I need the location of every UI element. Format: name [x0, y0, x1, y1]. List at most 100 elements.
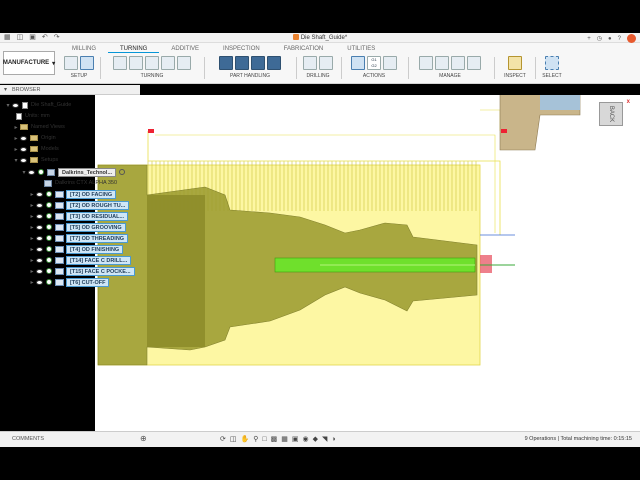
chevron-right-icon[interactable]: ▸ — [28, 246, 36, 253]
template-library-icon[interactable] — [467, 56, 481, 70]
camera-icon[interactable]: ◉ — [302, 435, 308, 444]
eye-icon[interactable] — [36, 224, 43, 230]
tab-additive[interactable]: ADDITIVE — [159, 45, 211, 53]
post-process-icon[interactable]: G1 G2 — [367, 56, 381, 70]
graphics-viewport[interactable] — [95, 95, 640, 431]
simulate-icon[interactable] — [351, 56, 365, 70]
question-icon[interactable]: ? — [618, 36, 621, 42]
measure-icon[interactable] — [508, 56, 522, 70]
setup-icon[interactable] — [80, 56, 94, 70]
chevron-right-icon[interactable]: ▸ — [28, 257, 36, 264]
tree-setups[interactable]: ▾ Setups — [12, 155, 58, 165]
add-comment-icon[interactable]: ⊕ — [140, 434, 147, 443]
chevron-right-icon[interactable]: ▸ — [12, 135, 20, 142]
drill-icon[interactable] — [303, 56, 317, 70]
face-icon[interactable] — [113, 56, 127, 70]
operation-item[interactable]: ▸ [T5] OD GROOVING — [28, 222, 126, 232]
eye-icon[interactable] — [36, 246, 43, 252]
chevron-right-icon[interactable]: ▸ — [28, 224, 36, 231]
eye-icon[interactable] — [36, 257, 43, 263]
eye-icon[interactable] — [12, 102, 19, 108]
bell-icon[interactable]: ● — [608, 36, 612, 42]
zoom-icon[interactable]: ⚲ — [253, 435, 258, 444]
eye-icon[interactable] — [20, 157, 27, 163]
tree-units[interactable]: Units: mm — [16, 111, 50, 121]
chevron-down-icon[interactable]: ▾ — [4, 102, 12, 109]
subspindle-grab-icon[interactable] — [235, 56, 249, 70]
select-icon[interactable] — [545, 56, 559, 70]
profile-finishing-icon[interactable] — [145, 56, 159, 70]
groove-icon[interactable] — [161, 56, 175, 70]
plus-icon[interactable]: + — [587, 36, 591, 42]
new-folder-icon[interactable] — [64, 56, 78, 70]
setup-group-label[interactable]: SETUP — [62, 73, 96, 79]
tab-utilities[interactable]: UTILITIES — [335, 45, 387, 53]
tree-setup[interactable]: ▾ Dalkrins_Technol... — [20, 167, 126, 177]
eye-icon[interactable] — [36, 191, 43, 197]
post-library-icon[interactable] — [451, 56, 465, 70]
avatar[interactable] — [627, 34, 636, 43]
operation-item[interactable]: ▸ [T14] FACE C DRILL... — [28, 255, 132, 265]
tab-inspection[interactable]: INSPECTION — [211, 45, 272, 53]
chevron-right-icon[interactable]: ▸ — [12, 146, 20, 153]
effects-icon[interactable]: ◆ — [313, 435, 318, 444]
select-group-label[interactable]: SELECT — [538, 73, 566, 79]
tree-named-views[interactable]: ▸ Named Views — [12, 122, 65, 132]
drilling-group-label[interactable]: DRILLING — [298, 73, 338, 79]
chevron-right-icon[interactable]: ▸ — [28, 279, 36, 286]
eye-icon[interactable] — [36, 235, 43, 241]
tree-origin[interactable]: ▸ Origin — [12, 133, 56, 143]
bar-pull-icon[interactable] — [267, 56, 281, 70]
subspindle-return-icon[interactable] — [251, 56, 265, 70]
thread-icon[interactable] — [177, 56, 191, 70]
chevron-down-icon[interactable]: ▾ — [12, 157, 20, 164]
eye-icon[interactable] — [20, 135, 27, 141]
inspect-group-label[interactable]: INSPECT — [498, 73, 532, 79]
chevron-right-icon[interactable]: ▸ — [28, 268, 36, 275]
display-settings-icon[interactable]: ▩ — [271, 435, 278, 444]
part-handling-group-label[interactable]: PART HANDLING — [208, 73, 292, 79]
eye-icon[interactable] — [36, 213, 43, 219]
chevron-right-icon[interactable]: ▸ — [28, 202, 36, 209]
chevron-right-icon[interactable]: ▸ — [28, 235, 36, 242]
grid-settings-icon[interactable]: ▦ — [281, 435, 288, 444]
pan-icon[interactable]: ✋ — [241, 435, 250, 444]
fit-icon[interactable]: □ — [262, 435, 266, 444]
chevron-down-icon[interactable]: ▾ — [20, 169, 28, 176]
viewcube-face[interactable]: BACK — [599, 102, 623, 126]
environment-icon[interactable]: ◑ — [331, 435, 335, 444]
comments-panel-toggle[interactable]: COMMENTS — [12, 436, 44, 442]
tool-library-icon[interactable] — [419, 56, 433, 70]
viewcube[interactable]: BACK x — [596, 99, 630, 131]
radio-icon[interactable] — [119, 169, 126, 175]
chevron-right-icon[interactable]: ▸ — [12, 124, 20, 131]
section-icon[interactable]: ◥ — [322, 435, 327, 444]
chevron-right-icon[interactable]: ▸ — [28, 191, 36, 198]
tree-machine[interactable]: Dalkrins CTX ALPHA 350 — [44, 178, 117, 188]
eye-icon[interactable] — [36, 202, 43, 208]
operation-item[interactable]: ▸ [T6] CUT-OFF — [28, 277, 110, 287]
viewports-icon[interactable]: ▣ — [292, 435, 299, 444]
operation-item[interactable]: ▸ [T15] FACE C POCKE... — [28, 266, 135, 276]
profile-roughing-icon[interactable] — [129, 56, 143, 70]
setup-sheet-icon[interactable] — [383, 56, 397, 70]
manage-group-label[interactable]: MANAGE — [410, 73, 490, 79]
turning-group-label[interactable]: TURNING — [104, 73, 200, 79]
chevron-right-icon[interactable]: ▸ — [28, 213, 36, 220]
tree-root[interactable]: ▾ Die Shaft_Guide — [4, 100, 71, 110]
operation-item[interactable]: ▸ [T2] OD FACING — [28, 189, 117, 199]
tree-models[interactable]: ▸ Models — [12, 144, 59, 154]
tab-fabrication[interactable]: FABRICATION — [272, 45, 336, 53]
actions-group-label[interactable]: ACTIONS — [344, 73, 404, 79]
tab-milling[interactable]: MILLING — [60, 45, 108, 53]
browser-header[interactable]: BROWSER — [0, 85, 140, 95]
operation-item[interactable]: ▸ [T2] OD ROUGH TU... — [28, 200, 130, 210]
part-transfer-icon[interactable] — [219, 56, 233, 70]
tab-turning[interactable]: TURNING — [108, 45, 160, 53]
eye-icon[interactable] — [36, 279, 43, 285]
workspace-switcher-button[interactable]: MANUFACTURE ▾ — [3, 51, 55, 75]
hole-recognition-icon[interactable] — [319, 56, 333, 70]
operation-item[interactable]: ▸ [T7] OD THREADING — [28, 233, 129, 243]
orbit-icon[interactable]: ⟳ — [220, 435, 226, 444]
operation-item[interactable]: ▸ [T3] OD RESIDUAL... — [28, 211, 129, 221]
